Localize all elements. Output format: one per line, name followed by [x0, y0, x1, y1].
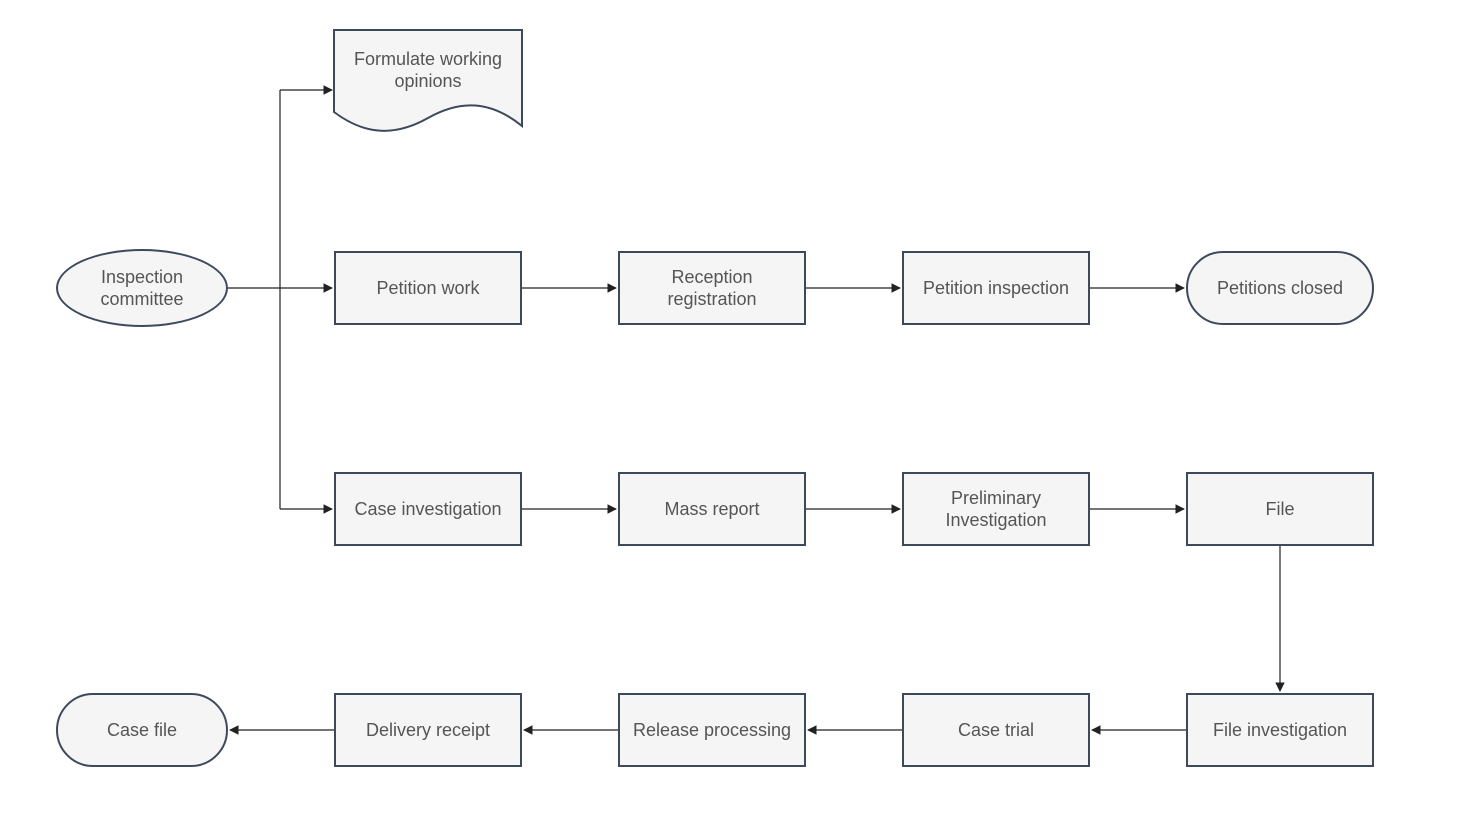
node-delivery-receipt: Delivery receipt [334, 693, 522, 767]
node-label: File [1265, 498, 1294, 521]
node-label: Petitions closed [1217, 277, 1343, 300]
node-release-processing: Release processing [618, 693, 806, 767]
node-reception-registration: Reception registration [618, 251, 806, 325]
node-file-investigation: File investigation [1186, 693, 1374, 767]
node-label: Release processing [633, 719, 791, 742]
node-label: Preliminary Investigation [912, 487, 1080, 532]
node-label: Formulate working opinions [334, 48, 522, 93]
node-label: Case investigation [354, 498, 501, 521]
node-petition-inspection: Petition inspection [902, 251, 1090, 325]
node-label: Case file [107, 719, 177, 742]
node-label: Mass report [664, 498, 759, 521]
node-label: Delivery receipt [366, 719, 490, 742]
node-case-investigation: Case investigation [334, 472, 522, 546]
node-petitions-closed: Petitions closed [1186, 251, 1374, 325]
node-mass-report: Mass report [618, 472, 806, 546]
node-preliminary-investigation: Preliminary Investigation [902, 472, 1090, 546]
flowchart-canvas: Formulate working opinions Inspection co… [0, 0, 1458, 832]
node-label: Petition work [376, 277, 479, 300]
node-case-file: Case file [56, 693, 228, 767]
node-label: Reception registration [628, 266, 796, 311]
node-label: Inspection committee [66, 266, 218, 311]
node-case-trial: Case trial [902, 693, 1090, 767]
node-petition-work: Petition work [334, 251, 522, 325]
node-label: File investigation [1213, 719, 1347, 742]
node-label: Petition inspection [923, 277, 1069, 300]
node-file: File [1186, 472, 1374, 546]
node-inspection-committee: Inspection committee [56, 249, 228, 327]
node-label: Case trial [958, 719, 1034, 742]
node-formulate-opinions: Formulate working opinions [334, 30, 522, 110]
